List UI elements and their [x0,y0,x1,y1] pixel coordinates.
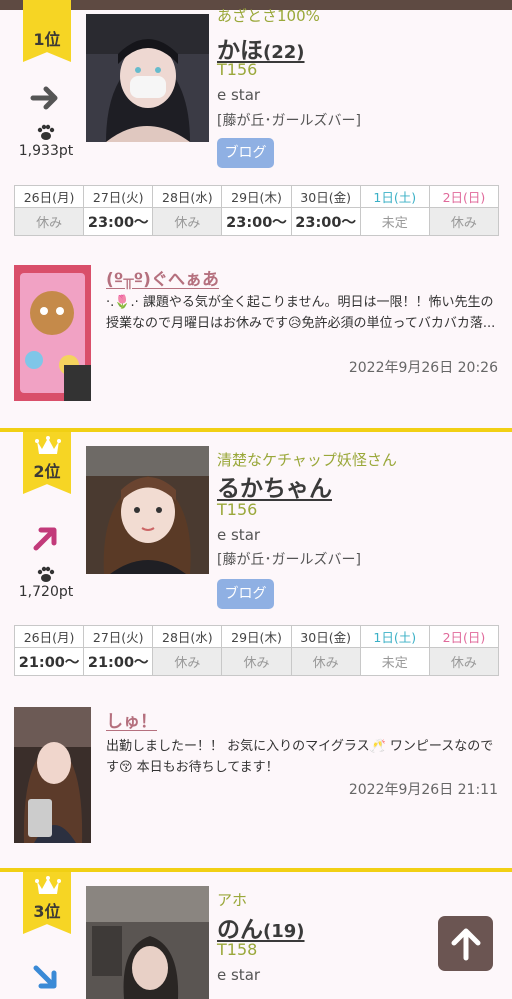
blog-button[interactable]: ブログ [217,138,274,168]
profile-photo[interactable] [86,886,209,999]
schedule-value: 23:00〜 [83,207,154,236]
catchphrase: あざとさ100% [217,7,320,25]
schedule-day: 29日(木) [221,185,292,208]
schedule-value: 未定 [359,207,430,236]
shop-area: [藤が丘･ガールズバー] [217,113,361,129]
schedule-value: 休み [152,647,223,676]
scroll-to-top-button[interactable] [438,916,493,971]
post-date: 2022年9月26日 21:11 [348,782,498,798]
profile-photo[interactable] [86,14,209,142]
arrow-up-icon [451,928,480,960]
rank-badge: 2位 [23,432,71,494]
schedule-day: 30日(金) [290,185,361,208]
shop-name: e star [217,86,261,104]
schedule-value: 休み [221,647,292,676]
schedule-day: 1日(土) [359,185,430,208]
schedule-day: 2日(日) [428,185,500,208]
schedule-days-row: 26日(月) 27日(火) 28日(水) 29日(木) 30日(金) 1日(土)… [13,625,500,648]
schedule-table: 26日(月) 27日(火) 28日(水) 29日(木) 30日(金) 1日(土)… [13,625,500,676]
rank-label: 3位 [33,902,61,921]
arrow-down-right-icon [33,965,57,989]
cast-height: T156 [217,60,258,79]
schedule-values-row: 休み 23:00〜 休み 23:00〜 23:00〜 未定 休み [13,207,500,236]
rank-badge: 3位 [23,872,71,934]
schedule-days-row: 26日(月) 27日(火) 28日(水) 29日(木) 30日(金) 1日(土)… [13,185,500,208]
shop-name: e star [217,966,261,984]
catchphrase: 清楚なケチャップ妖怪さん [217,451,397,469]
schedule-value: 21:00〜 [83,647,154,676]
schedule-value: 休み [152,207,223,236]
schedule-day: 26日(月) [13,625,85,648]
schedule-day: 30日(金) [290,625,361,648]
schedule-day: 26日(月) [13,185,85,208]
schedule-value: 休み [290,647,361,676]
rank-badge: 1位 [23,0,71,62]
cast-name[interactable]: るかちゃん [217,469,332,503]
schedule-day: 28日(水) [152,625,223,648]
post-body: ·.🌷.· 課題やる気が全く起こりません。明日は一限！！怖い先生の授業なので月曜… [106,295,496,331]
schedule-value: 休み [428,207,500,236]
schedule-value: 21:00〜 [13,647,85,676]
schedule-value: 休み [428,647,500,676]
rank-label: 1位 [33,30,61,49]
paw-icon [37,124,55,140]
crown-icon [35,436,61,454]
cast-height: T156 [217,500,258,519]
cast-height: T158 [217,940,258,959]
post-thumbnail[interactable] [14,265,91,401]
catchphrase: アホ [217,891,248,909]
cast-name[interactable]: のん(19) [217,910,305,944]
rank-label: 2位 [33,462,61,481]
cast-age[interactable]: (22) [263,42,305,63]
arrow-up-right-icon [33,527,57,551]
schedule-value: 休み [13,207,85,236]
schedule-values-row: 21:00〜 21:00〜 休み 休み 休み 未定 休み [13,647,500,676]
blog-button[interactable]: ブログ [217,579,274,609]
shop-area: [藤が丘･ガールズバー] [217,552,361,568]
schedule-table: 26日(月) 27日(火) 28日(水) 29日(木) 30日(金) 1日(土)… [13,185,500,236]
crown-icon [35,876,61,894]
cast-name-text[interactable]: るかちゃん [217,476,332,502]
schedule-value: 23:00〜 [290,207,361,236]
post-title[interactable]: (º╥º)ぐへぁあ [106,265,219,290]
arrow-right-icon [30,86,58,110]
post-title[interactable]: しゅ！ [106,707,157,732]
schedule-day: 27日(火) [83,625,154,648]
entry-separator [0,868,512,872]
cast-age[interactable]: (19) [263,921,305,942]
post-thumbnail[interactable] [14,707,91,843]
schedule-day: 27日(火) [83,185,154,208]
schedule-value: 23:00〜 [221,207,292,236]
points: 1,933pt [18,143,74,159]
paw-icon [37,566,55,582]
schedule-day: 28日(水) [152,185,223,208]
post-date: 2022年9月26日 20:26 [348,360,498,376]
schedule-day: 29日(木) [221,625,292,648]
profile-photo[interactable] [86,446,209,574]
post-body: 出勤しましたー！！ お気に入りのマイグラス🥂 ワンピースなのです😚 本日もお待ち… [106,739,494,775]
shop-name: e star [217,526,261,544]
schedule-day: 1日(土) [359,625,430,648]
schedule-value: 未定 [359,647,430,676]
entry-separator [0,428,512,432]
points: 1,720pt [18,584,74,600]
schedule-day: 2日(日) [428,625,500,648]
